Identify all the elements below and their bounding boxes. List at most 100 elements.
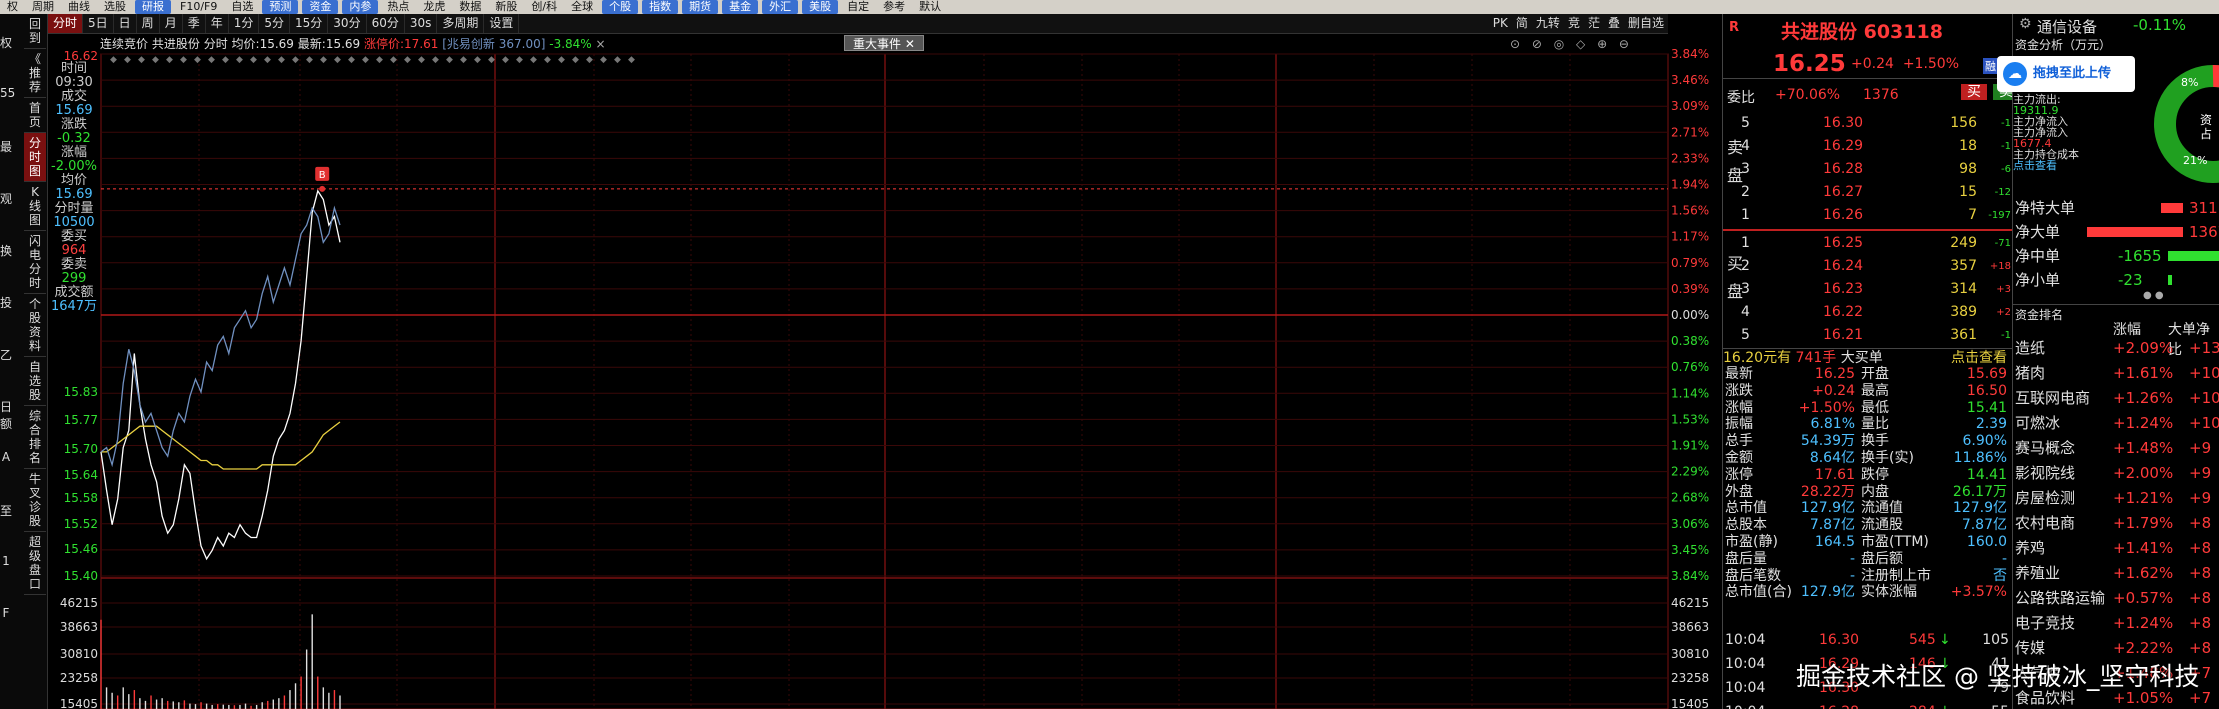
order-price: 16.22: [1823, 304, 1864, 320]
event-diamond-icon: ◆: [446, 55, 453, 65]
event-diamond-icon: ◆: [614, 55, 621, 65]
event-diamond-icon: ◆: [110, 55, 117, 65]
pct-tick-label: 1.17%: [1671, 230, 1709, 244]
order-volume: 7: [1968, 207, 1977, 223]
event-diamond-icon: ◆: [208, 55, 215, 65]
order-volume: 156: [1950, 115, 1977, 131]
rank-row[interactable]: 互联网电商 +1.26% +10: [2013, 386, 2219, 411]
stat-value: -: [1849, 567, 1855, 584]
tick-direction-icon: ↓: [1939, 700, 1951, 709]
rank-pct: +1.24%: [2113, 414, 2174, 432]
rank-row[interactable]: 电子竞技 +1.24% +8: [2013, 611, 2219, 636]
pct-tick-label: 0.76%: [1671, 360, 1709, 374]
buy-button[interactable]: 买: [1961, 84, 1987, 100]
rank-name: 房屋检测: [2015, 489, 2076, 507]
volume-tick-label: 46215: [1671, 596, 1709, 610]
event-diamond-icon: ◆: [250, 55, 257, 65]
order-delta: +2: [1996, 307, 2011, 318]
rank-value: +8: [2189, 614, 2212, 632]
quote-stats: 最新 16.25 开盘 15.69 涨跌 +0.24 最高 16.50 涨幅 +1.50% 最低 15…: [1723, 366, 2013, 601]
event-diamond-icon: ◆: [236, 55, 243, 65]
price-tick-label: 16.62: [64, 49, 98, 63]
flow-label: 净中单: [2015, 247, 2061, 265]
volume-tick-label: 38663: [60, 620, 98, 634]
stat-label: 总市值(合): [1725, 584, 1792, 601]
order-level: 5: [1741, 115, 1750, 131]
order-delta: -6: [2001, 164, 2011, 175]
flow-bar: [2161, 203, 2183, 213]
event-diamond-icon: ◆: [222, 55, 229, 65]
stat-label: 量比: [1861, 416, 1889, 433]
flow-row: 净小单 -23: [2013, 268, 2219, 292]
event-diamond-icon: ◆: [502, 55, 509, 65]
pct-tick-label: 3.84%: [1671, 569, 1709, 583]
fund-pie-chart: 8% 资 占 21%: [2154, 65, 2219, 183]
pager-dots[interactable]: ● ●: [2143, 290, 2164, 301]
stat-value: +1.50%: [1798, 399, 1855, 416]
order-row: 2 16.27 15 -12: [1723, 181, 2013, 204]
stat-label: 金额: [1725, 449, 1753, 466]
stat-value: 164.5: [1814, 533, 1855, 550]
rank-pct: +1.62%: [2113, 564, 2174, 582]
flow-value: 311: [2189, 199, 2218, 217]
rank-row[interactable]: 养殖业 +1.62% +8: [2013, 561, 2219, 586]
rank-name: 猪肉: [2015, 364, 2046, 382]
r-mark: R: [1729, 20, 1740, 35]
stat-value: 17.61: [1814, 466, 1855, 483]
tick-price: 16.30: [1819, 632, 1860, 648]
event-diamond-icon: ◆: [320, 55, 327, 65]
rank-row[interactable]: 影视院线 +2.00% +9: [2013, 461, 2219, 486]
fund-analysis-panel: ⚙ 通信设备 -0.11% 资金分析（万元） ☁ 拖拽至此上传 主力流出: 193…: [1997, 14, 2219, 709]
sector-rank-list: 造纸 +2.09% +13 猪肉 +1.61% +10 互联网电商 +1.26% +10 可燃冰 +…: [2013, 336, 2219, 709]
order-volume: 18: [1959, 138, 1977, 154]
current-price: 16.25: [1773, 51, 1846, 77]
event-diamond-icon: ◆: [404, 55, 411, 65]
order-volume: 15: [1959, 184, 1977, 200]
order-volume: 357: [1950, 258, 1977, 274]
order-volume: 389: [1950, 304, 1977, 320]
price-change: +0.24 +1.50%: [1851, 56, 1960, 72]
rank-row[interactable]: 造纸 +2.09% +13: [2013, 336, 2219, 361]
order-delta: +3: [1996, 284, 2011, 295]
order-ratio: +70.06%: [1775, 87, 1841, 103]
flow-row: 净大单 1367: [2013, 220, 2219, 244]
stat-label: 盘后笔数: [1725, 567, 1781, 584]
rank-pct: +1.26%: [2113, 389, 2174, 407]
rank-row[interactable]: 公路铁路运输 +0.57% +8: [2013, 586, 2219, 611]
stat-label: 盘后额: [1861, 550, 1903, 567]
event-diamond-icon: ◆: [152, 55, 159, 65]
flow-value: 1367: [2189, 223, 2219, 241]
event-diamond-icon: ◆: [306, 55, 313, 65]
order-price: 16.28: [1823, 161, 1864, 177]
order-delta: -71: [1994, 238, 2011, 249]
order-level: 1: [1741, 235, 1750, 251]
event-diamond-icon: ◆: [376, 55, 383, 65]
rank-name: 农村电商: [2015, 514, 2076, 532]
stat-row: 盘后笔数 - 注册制上市 否: [1723, 568, 2013, 585]
sell-order-book: 5 16.30 156 -1 4 16.29 18 -1 3 16.28 98 -6 2 16.27 15-…: [1723, 112, 2013, 227]
buy-marker-label: B: [319, 170, 326, 181]
flow-bar: [2168, 275, 2172, 285]
stat-value: 26.17万: [1952, 483, 2007, 500]
rank-row[interactable]: 赛马概念 +1.48% +9: [2013, 436, 2219, 461]
rank-row[interactable]: 猪肉 +1.61% +10: [2013, 361, 2219, 386]
stat-value: 54.39万: [1800, 433, 1855, 450]
rank-row[interactable]: 房屋检测 +1.21% +9: [2013, 486, 2219, 511]
rank-value: +8: [2189, 539, 2212, 557]
event-diamond-icon: ◆: [138, 55, 145, 65]
rank-name: 可燃冰: [2015, 414, 2061, 432]
stat-value: 11.86%: [1953, 449, 2007, 466]
rank-row[interactable]: 可燃冰 +1.24% +10: [2013, 411, 2219, 436]
stat-value: -: [1849, 550, 1855, 567]
order-ratio-row: 委比 +70.06% 1376 买 卖: [1723, 78, 2019, 110]
price-tick-label: 15.40: [64, 569, 98, 583]
click-view-link[interactable]: 点击查看: [1951, 349, 2007, 367]
rank-name: 养鸡: [2015, 539, 2046, 557]
rank-row[interactable]: 农村电商 +1.79% +8: [2013, 511, 2219, 536]
flow-label: 净大单: [2015, 223, 2061, 241]
order-price: 16.29: [1823, 138, 1864, 154]
pie-red: [2212, 65, 2219, 88]
stat-row: 振幅 6.81% 量比 2.39: [1723, 416, 2013, 433]
rank-row[interactable]: 养鸡 +1.41% +8: [2013, 536, 2219, 561]
buy-marker-dot: [319, 185, 326, 192]
